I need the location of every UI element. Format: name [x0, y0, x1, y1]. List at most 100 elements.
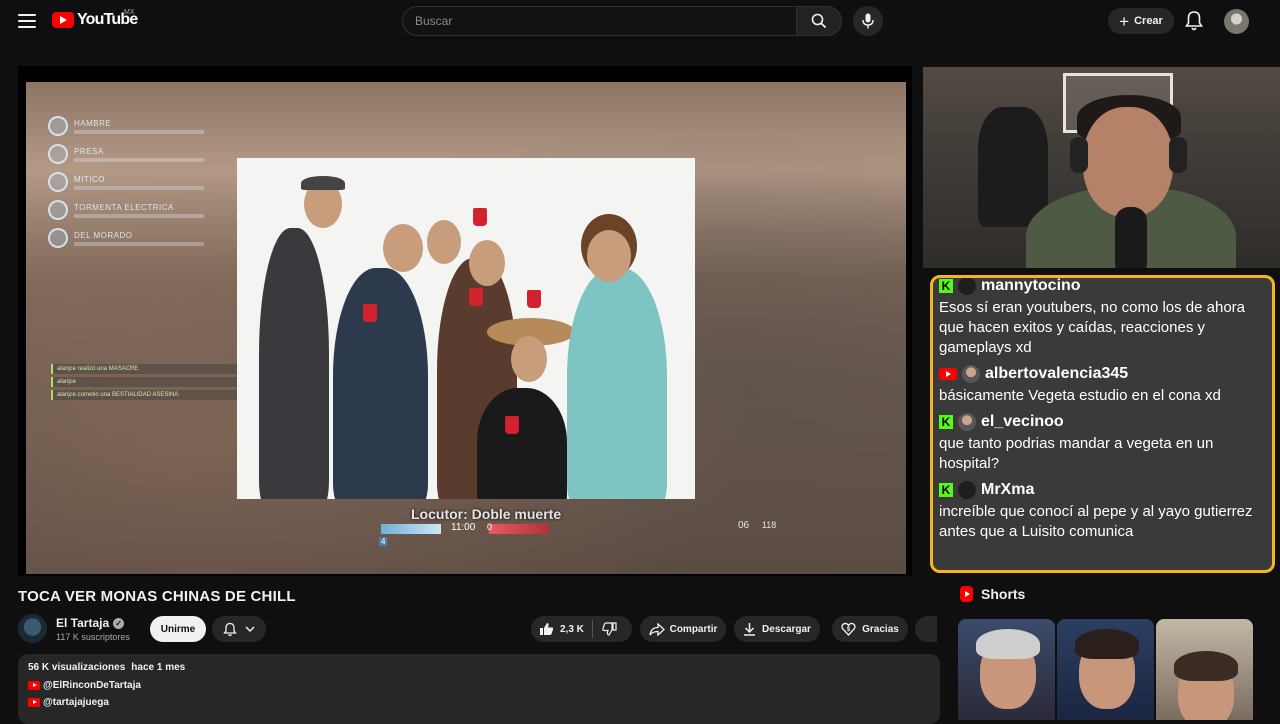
- channel-name: El Tartaja: [56, 616, 110, 630]
- chat-message: K MrXma increíble que conocí al pepe y a…: [939, 478, 1266, 542]
- red-cup: [473, 208, 487, 226]
- person-head: [469, 240, 505, 286]
- game-achievements: HAMBRE PRESA MITICO TORMENTA ELECTRICA D…: [48, 112, 248, 252]
- video-title: TOCA VER MONAS CHINAS DE CHILL: [18, 588, 296, 605]
- person: [259, 228, 329, 499]
- super-thanks-icon: $: [841, 622, 856, 636]
- chat-user-row: albertovalencia345: [939, 362, 1266, 386]
- thumbs-down-icon: [602, 622, 617, 636]
- chat-text: Esos sí eran youtubers, no como los de a…: [939, 299, 1246, 356]
- microphone: [1115, 207, 1147, 268]
- verified-icon: ✓: [113, 617, 125, 629]
- more-actions-button[interactable]: [915, 616, 937, 642]
- join-button[interactable]: Unirme: [150, 616, 206, 642]
- youtube-icon: [28, 697, 40, 707]
- channel-link[interactable]: @ElRinconDeTartaja: [28, 679, 930, 691]
- lightning-icon: [48, 200, 68, 220]
- bell-icon: [223, 622, 237, 636]
- thumbnail-hair: [976, 629, 1040, 659]
- hud-row: TORMENTA ELECTRICA: [48, 196, 248, 224]
- publish-date: hace 1 mes: [131, 662, 186, 673]
- hud-label: PRESA: [74, 146, 104, 156]
- hud-label: DEL MORADO: [74, 230, 133, 240]
- score-left: 4: [379, 537, 388, 546]
- channel-name-link[interactable]: El Tartaja ✓: [56, 616, 125, 630]
- kill-feed-item: alanjce cometió una BESTIALIDAD ASESINA: [51, 390, 241, 400]
- menu-icon[interactable]: [18, 12, 36, 30]
- search-button[interactable]: [796, 6, 842, 36]
- ammo-reserve: 118: [761, 520, 777, 530]
- search-input[interactable]: [402, 6, 796, 36]
- subscription-bell-button[interactable]: [212, 616, 266, 642]
- voice-search-button[interactable]: [853, 6, 883, 36]
- match-timer: 11:00: [451, 522, 476, 533]
- person: [567, 268, 667, 499]
- eye-icon: [48, 172, 68, 192]
- view-count: 56 K visualizaciones: [28, 662, 126, 673]
- hud-row: HAMBRE: [48, 112, 248, 140]
- cap: [301, 176, 345, 190]
- user-avatar: [958, 278, 976, 295]
- person-head: [587, 230, 631, 282]
- create-label: Crear: [1134, 15, 1163, 27]
- chat-username: mannytocino: [981, 277, 1081, 294]
- subscriber-count: 117 K suscriptores: [56, 632, 130, 642]
- youtube-icon: [939, 368, 957, 380]
- notifications-button[interactable]: [1184, 10, 1204, 32]
- thanks-label: Gracias: [862, 623, 899, 635]
- share-button[interactable]: Compartir: [640, 616, 726, 642]
- person-head: [383, 224, 423, 272]
- skull-icon: [48, 116, 68, 136]
- short-thumbnail[interactable]: [958, 619, 1055, 720]
- red-cup: [469, 288, 483, 306]
- streamer-webcam: [923, 67, 1280, 268]
- chat-username: MrXma: [981, 481, 1035, 498]
- red-cup: [505, 416, 519, 434]
- short-thumbnail[interactable]: [1057, 619, 1154, 720]
- chat-username: el_vecinoo: [981, 413, 1064, 430]
- chat-text: básicamente Vegeta estudio en el cona xd: [939, 387, 1221, 404]
- channel-link-text: @ElRinconDeTartaja: [43, 679, 141, 691]
- dislike-button[interactable]: [593, 622, 617, 636]
- headphone-left: [1070, 137, 1088, 173]
- create-button[interactable]: + Crear: [1108, 8, 1174, 34]
- share-icon: [648, 622, 665, 636]
- hud-label: HAMBRE: [74, 118, 112, 128]
- ammo-count: 06: [738, 520, 750, 531]
- video-player[interactable]: HAMBRE PRESA MITICO TORMENTA ELECTRICA D…: [18, 66, 912, 576]
- chat-user-row: K mannytocino: [939, 277, 1266, 298]
- channel-link[interactable]: @tartajajuega: [28, 696, 930, 708]
- account-avatar[interactable]: [1224, 9, 1249, 34]
- chat-message: K el_vecinoo que tanto podrias mandar a …: [939, 410, 1266, 474]
- microphone-icon: [862, 13, 874, 29]
- search-icon: [811, 13, 827, 29]
- download-button[interactable]: Descargar: [734, 616, 820, 642]
- plus-icon: +: [1119, 11, 1130, 31]
- orb-icon: [48, 228, 68, 248]
- person-head: [427, 220, 461, 264]
- chevron-down-icon: [245, 626, 255, 633]
- chat-text: increíble que conocí al pepe y al yayo g…: [939, 503, 1253, 540]
- kill-feed-item: alanjce: [51, 377, 241, 387]
- red-cup: [363, 304, 377, 322]
- thanks-button[interactable]: $ Gracias: [832, 616, 908, 642]
- thumbnail-hair: [1075, 629, 1139, 659]
- hud-row: PRESA: [48, 140, 248, 168]
- short-thumbnail[interactable]: [1156, 619, 1253, 720]
- channel-link-text: @tartajajuega: [43, 696, 109, 708]
- user-avatar: [962, 365, 980, 383]
- chat-overlay: K mannytocino Esos sí eran youtubers, no…: [930, 275, 1275, 573]
- chat-user-row: K MrXma: [939, 478, 1266, 502]
- kill-feed: alanjce realizó una MASACRE alanjce alan…: [51, 364, 241, 403]
- thumbs-up-icon: [540, 623, 554, 635]
- shorts-label: Shorts: [981, 586, 1026, 602]
- chat-user-row: K el_vecinoo: [939, 410, 1266, 434]
- team-blue-bar: [381, 524, 441, 534]
- person: [333, 268, 428, 499]
- cross-icon: [48, 144, 68, 164]
- download-icon: [744, 623, 756, 636]
- like-button[interactable]: 2,3 K: [539, 620, 593, 638]
- description-box[interactable]: 56 K visualizaciones hace 1 mes @ElRinco…: [18, 654, 940, 724]
- bell-icon: [1185, 11, 1203, 31]
- channel-avatar[interactable]: [18, 614, 47, 643]
